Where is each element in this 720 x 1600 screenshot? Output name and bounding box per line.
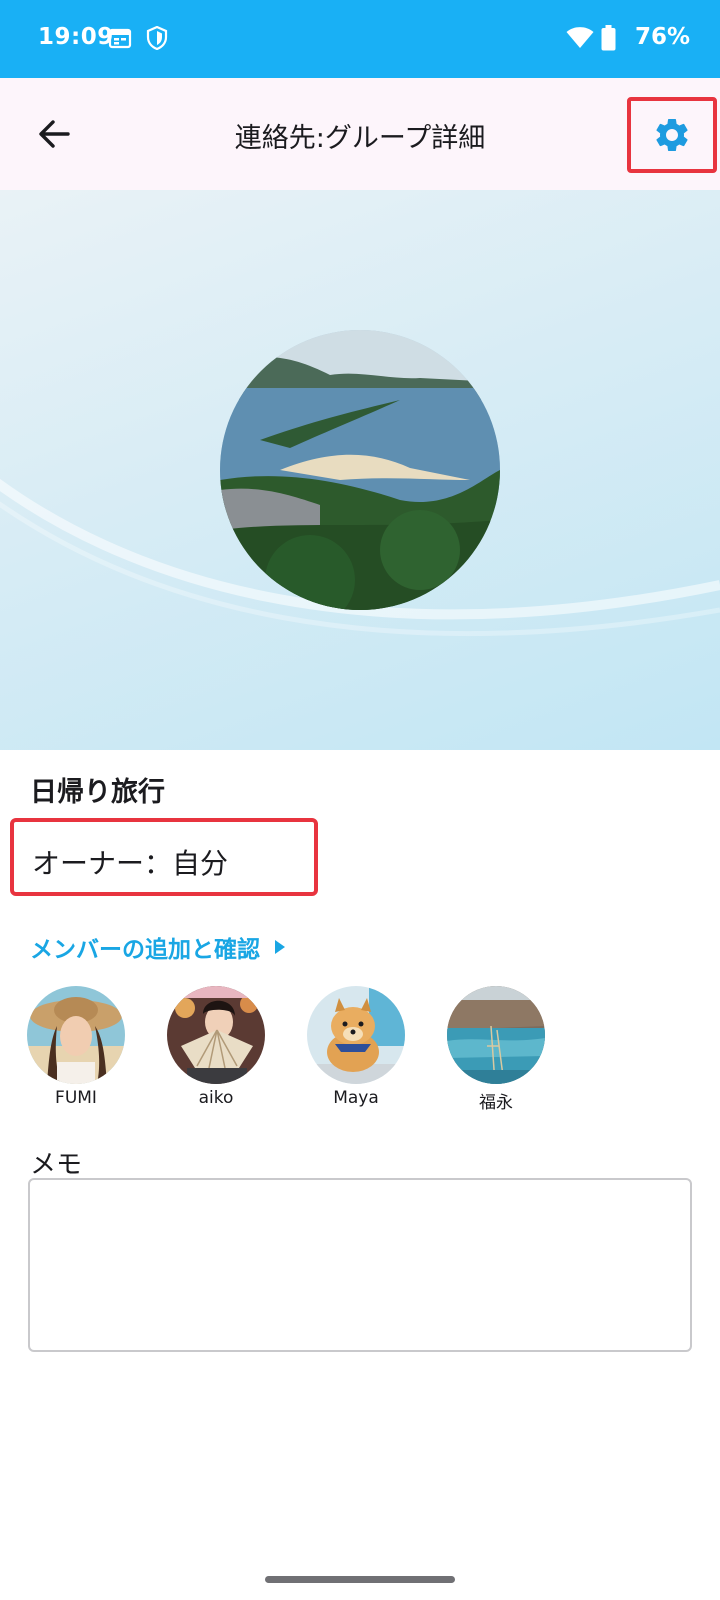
member-name: aiko [198,1088,234,1108]
shield-icon [146,25,168,54]
triangle-right-icon [275,940,285,954]
avatar [447,986,545,1084]
member-item[interactable]: aiko [166,986,266,1108]
member-item[interactable]: 福永 [446,986,546,1113]
members-link-label: メンバーの追加と確認 [30,937,260,963]
member-name: 福永 [479,1093,513,1113]
owner-highlight: オーナー：自分 [10,818,318,896]
add-and-view-members-link[interactable]: メンバーの追加と確認 [30,930,286,964]
app-bar: 連絡先:グループ詳細 [0,78,720,190]
avatar [167,986,265,1084]
owner-label: オーナー：自分 [32,847,229,880]
battery-percent: 76% [634,24,690,50]
gear-icon [656,118,688,151]
group-cover [0,190,720,750]
memo-field[interactable] [28,1178,692,1352]
member-name: Maya [333,1088,379,1108]
avatar [27,986,125,1084]
member-item[interactable]: FUMI [26,986,126,1108]
group-photo[interactable] [220,330,500,610]
home-indicator[interactable] [265,1576,455,1583]
page-title: 連絡先:グループ詳細 [234,123,486,154]
member-item[interactable]: Maya [306,986,406,1108]
memo-label: メモ [30,1150,83,1180]
group-name: 日帰り旅行 [30,777,165,808]
calendar-icon [108,26,132,54]
settings-button[interactable] [627,97,717,173]
status-time: 19:09 [38,24,114,50]
avatar [307,986,405,1084]
wifi-icon [566,27,594,53]
status-bar: 19:09 76% [0,0,720,78]
member-name: FUMI [55,1088,97,1108]
battery-icon [601,25,616,55]
